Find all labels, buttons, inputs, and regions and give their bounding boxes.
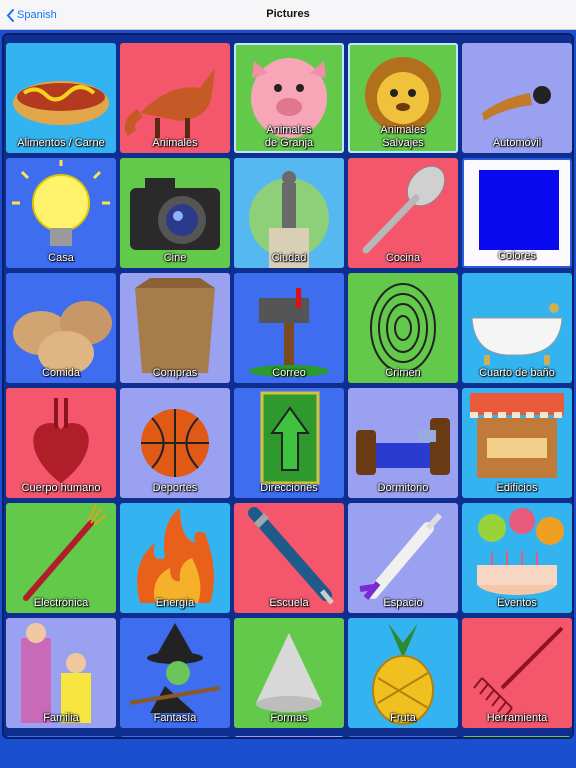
category-tile[interactable]: Colores: [462, 158, 572, 268]
category-tile[interactable]: Electrónica: [6, 503, 116, 613]
navigation-bar: Spanish Pictures: [0, 0, 576, 30]
category-tile[interactable]: Formas: [234, 618, 344, 728]
category-label: Deportes: [152, 482, 198, 494]
page-title: Pictures: [266, 8, 310, 20]
category-label: Ciudad: [271, 252, 307, 264]
category-label: Formas: [270, 712, 308, 724]
category-label: Dormitorio: [377, 482, 429, 494]
category-tile[interactable]: Dormitorio: [348, 388, 458, 498]
category-label: Direcciones: [260, 482, 318, 494]
category-tile[interactable]: Cuarto de baño: [462, 273, 572, 383]
next-row-peek: [6, 736, 572, 737]
category-tile[interactable]: Fruta: [348, 618, 458, 728]
category-tile[interactable]: Correo: [234, 273, 344, 383]
category-label: Alimentos / Carne: [17, 137, 105, 149]
tile-peek: [234, 736, 344, 737]
category-label: Colores: [498, 250, 536, 262]
category-label: Animales: [152, 137, 198, 149]
category-label: Fantasía: [153, 712, 197, 724]
category-label: Energía: [155, 597, 195, 609]
category-tile[interactable]: Familia: [6, 618, 116, 728]
category-tile[interactable]: Deportes: [120, 388, 230, 498]
tile-peek: [120, 736, 230, 737]
category-label: Animales de Granja: [264, 124, 314, 149]
category-tile[interactable]: Casa: [6, 158, 116, 268]
category-tile[interactable]: Animales Salvajes: [348, 43, 458, 153]
category-tile[interactable]: Animales: [120, 43, 230, 153]
category-label: Herramienta: [486, 712, 548, 724]
category-tile[interactable]: Automóvil: [462, 43, 572, 153]
category-label: Fruta: [390, 712, 416, 724]
category-tile[interactable]: Direcciones: [234, 388, 344, 498]
category-tile[interactable]: Compras: [120, 273, 230, 383]
category-label: Cuarto de baño: [479, 367, 555, 379]
category-label: Crimen: [385, 367, 421, 379]
category-tile[interactable]: Cuerpo humano: [6, 388, 116, 498]
category-tile[interactable]: Escuela: [234, 503, 344, 613]
category-label: Eventos: [497, 597, 537, 609]
category-tile[interactable]: Fantasía: [120, 618, 230, 728]
category-tile[interactable]: Cine: [120, 158, 230, 268]
category-tile[interactable]: Ciudad: [234, 158, 344, 268]
category-tile[interactable]: Energía: [120, 503, 230, 613]
category-label: Correo: [272, 367, 306, 379]
category-tile[interactable]: Crimen: [348, 273, 458, 383]
tile-peek: [348, 736, 458, 737]
category-label: Espacio: [383, 597, 423, 609]
category-label: Comida: [42, 367, 80, 379]
category-label: Cuerpo humano: [21, 482, 101, 494]
category-label: Edificios: [496, 482, 538, 494]
category-tile[interactable]: Eventos: [462, 503, 572, 613]
category-label: Cocina: [385, 252, 421, 264]
category-label: Casa: [48, 252, 74, 264]
category-label: Cine: [163, 252, 187, 264]
pictures-board[interactable]: Alimentos / Carne Animales Animales de Gra…: [2, 33, 574, 739]
category-tile[interactable]: Alimentos / Carne: [6, 43, 116, 153]
category-label: Automóvil: [492, 137, 542, 149]
category-label: Electrónica: [33, 597, 89, 609]
category-tile[interactable]: Animales de Granja: [234, 43, 344, 153]
tile-peek: [462, 736, 572, 737]
category-grid: Alimentos / Carne Animales Animales de Gra…: [6, 43, 572, 728]
tile-peek: [6, 736, 116, 737]
category-label: Compras: [152, 367, 198, 379]
category-label: Familia: [43, 712, 79, 724]
category-tile[interactable]: Edificios: [462, 388, 572, 498]
category-tile[interactable]: Comida: [6, 273, 116, 383]
category-tile[interactable]: Cocina: [348, 158, 458, 268]
category-label: Escuela: [269, 597, 309, 609]
category-tile[interactable]: Espacio: [348, 503, 458, 613]
category-tile[interactable]: Herramienta: [462, 618, 572, 728]
category-label: Animales Salvajes: [380, 124, 426, 149]
